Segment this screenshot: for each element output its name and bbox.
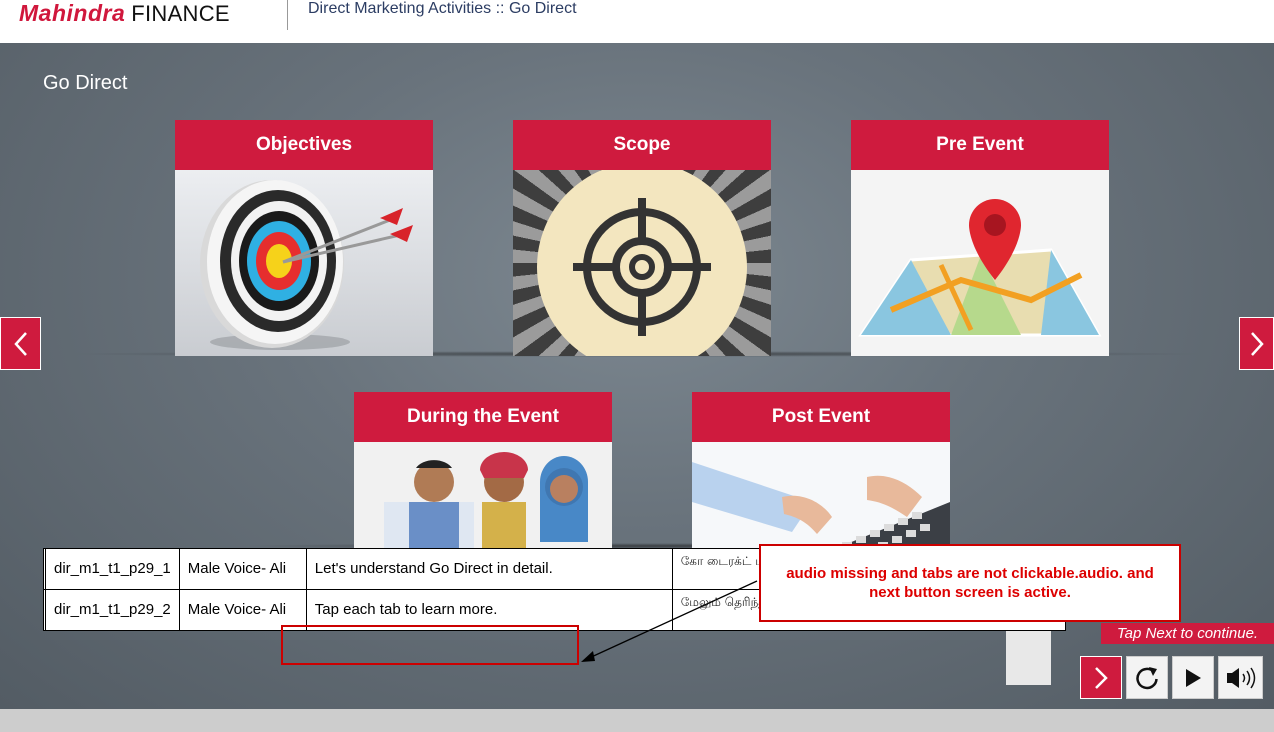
tab-label: Pre Event — [851, 120, 1109, 170]
mahindra-finance-logo: Mahindra FINANCE — [19, 0, 230, 26]
player-controls — [1080, 656, 1267, 699]
row-id: dir_m1_t1_p29_2 — [45, 589, 180, 631]
tab-label: Objectives — [175, 120, 433, 170]
prev-slide-button[interactable] — [0, 317, 41, 370]
next-slide-button[interactable] — [1239, 317, 1274, 370]
audio-button[interactable] — [1218, 656, 1263, 699]
tab-objectives[interactable]: Objectives — [175, 120, 433, 356]
tab-scope[interactable]: Scope — [513, 120, 771, 356]
annotation-highlight-box — [281, 625, 579, 665]
play-icon — [1186, 668, 1201, 687]
row-voice: Male Voice- Ali — [178, 548, 307, 590]
replay-button[interactable] — [1126, 656, 1168, 699]
review-annotation: audio missing and tabs are not clickable… — [759, 544, 1181, 622]
tab-label: Scope — [513, 120, 771, 170]
instruction-text: Tap Next to continue. — [1101, 623, 1274, 644]
header: Mahindra FINANCE Direct Marketing Activi… — [0, 0, 1274, 43]
play-button[interactable] — [1172, 656, 1214, 699]
row-id: dir_m1_t1_p29_1 — [45, 548, 180, 590]
speaker-icon — [1226, 667, 1255, 688]
course-title: Direct Marketing Activities :: Go Direct — [308, 0, 577, 17]
chevron-right-icon — [1095, 666, 1108, 689]
chevron-left-icon — [13, 331, 27, 356]
archery-target-image — [175, 170, 433, 356]
tab-pre-event[interactable]: Pre Event — [851, 120, 1109, 356]
replay-icon — [1136, 666, 1158, 689]
footer-strip — [0, 709, 1274, 732]
header-divider — [287, 0, 288, 30]
logo-brand: Mahindra — [19, 0, 126, 26]
map-pin-image — [851, 170, 1109, 356]
next-button[interactable] — [1080, 656, 1122, 699]
page-title: Go Direct — [43, 72, 128, 94]
scope-crosshair-image — [513, 170, 771, 356]
logo-suffix: FINANCE — [131, 1, 230, 26]
tab-label: Post Event — [692, 392, 950, 442]
chevron-right-icon — [1250, 331, 1264, 356]
annotation-arrow — [581, 580, 758, 662]
tab-label: During the Event — [354, 392, 612, 442]
